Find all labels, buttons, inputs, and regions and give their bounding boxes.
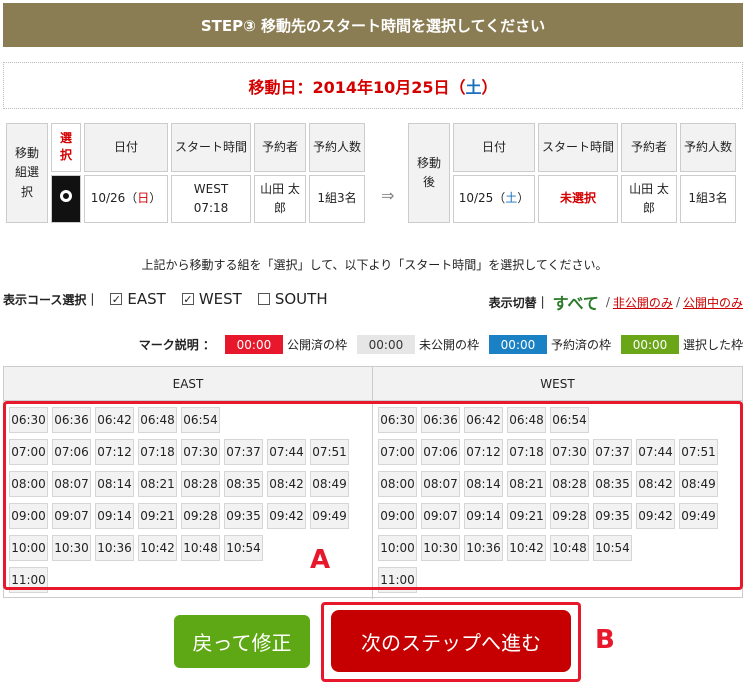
- view-switch-label: 表示切替｜: [488, 295, 549, 310]
- legend-swatch-public: 00:00: [224, 335, 283, 354]
- before-date-header: 日付: [84, 123, 168, 172]
- move-arrow-icon: ⇒: [381, 186, 395, 205]
- after-reserver-header: 予約者: [621, 123, 677, 172]
- before-start-cell: WEST 07:18: [171, 174, 251, 223]
- after-move-label: 移動後: [408, 123, 450, 223]
- checkbox-unchecked-icon: [257, 293, 270, 305]
- view-separator: /: [605, 295, 610, 309]
- after-reserver-cell: 山田 太郎: [621, 174, 677, 223]
- before-count-header: 予約人数: [309, 123, 365, 172]
- course-header-east: EAST: [4, 367, 372, 401]
- before-reserver-header: 予約者: [254, 123, 306, 172]
- after-count-header: 予約人数: [680, 123, 736, 172]
- after-start-cell: 未選択: [538, 174, 618, 223]
- group-select-radio[interactable]: [51, 174, 81, 223]
- view-private-only-link[interactable]: 非公開のみ: [613, 294, 673, 311]
- annotation-label-a: A: [310, 545, 331, 575]
- before-count-cell: 1組3名: [309, 174, 365, 223]
- next-step-button[interactable]: 次のステップへ進む: [331, 610, 571, 672]
- course-filter: 表示コース選択｜ ✓ EAST ✓ WEST SOUTH: [3, 290, 328, 308]
- radio-selected-icon: [60, 190, 72, 203]
- after-date-cell: 10/25（土）: [453, 174, 535, 223]
- view-public-only-link[interactable]: 公開中のみ: [683, 294, 743, 311]
- before-move-table: 移動組選択 選択 日付 スタート時間 予約者 予約人数 10/26（日） WES…: [3, 120, 368, 226]
- mark-legend: マーク説明 ： 00:00 公開済の枠 00:00 未公開の枠 00:00 予約済の枠…: [139, 335, 743, 354]
- after-count-cell: 1組3名: [680, 174, 736, 223]
- after-date-header: 日付: [453, 123, 535, 172]
- legend-text-public: 公開済の枠: [286, 338, 347, 352]
- legend-swatch-private: 00:00: [356, 335, 415, 354]
- legend-label: マーク説明 ：: [138, 338, 215, 352]
- move-date-weekday: 土: [465, 77, 482, 97]
- before-reserver-cell: 山田 太郎: [254, 174, 306, 223]
- checkbox-checked-icon: ✓: [110, 292, 123, 306]
- instruction-text: 上記から移動する組を「選択」して、以下より「スタート時間」を選択してください。: [141, 258, 608, 272]
- checkbox-checked-icon: ✓: [181, 292, 194, 306]
- before-date-cell: 10/26（日）: [84, 174, 168, 223]
- before-start-header: スタート時間: [171, 123, 251, 172]
- annotation-label-b: B: [595, 625, 615, 655]
- step-title: STEP③ 移動先のスタート時間を選択してください: [200, 16, 546, 35]
- move-date-prefix: 移動日：2014年10月25日（: [248, 77, 466, 97]
- back-edit-button[interactable]: 戻って修正: [174, 615, 310, 668]
- view-all-link[interactable]: すべて: [553, 290, 599, 314]
- course-checkbox-east[interactable]: ✓ EAST: [110, 290, 166, 308]
- view-switch: 表示切替｜ すべて / 非公開のみ / 公開中のみ: [489, 290, 743, 314]
- legend-text-private: 未公開の枠: [418, 338, 479, 352]
- after-start-header: スタート時間: [538, 123, 618, 172]
- move-date-suffix: ）: [481, 77, 498, 97]
- course-filter-label: 表示コース選択｜: [3, 292, 99, 307]
- course-header-west: WEST: [373, 367, 742, 401]
- move-group-select-label: 移動組選択: [6, 123, 48, 223]
- step-header: STEP③ 移動先のスタート時間を選択してください: [3, 3, 743, 47]
- after-move-table: 移動後 日付 スタート時間 予約者 予約人数 10/25（土） 未選択 山田 太…: [405, 120, 739, 226]
- legend-text-selected: 選択した枠: [682, 338, 743, 352]
- legend-text-reserved: 予約済の枠: [550, 338, 611, 352]
- annotation-box-a: [3, 401, 743, 590]
- move-date-box: 移動日：2014年10月25日（土）: [3, 62, 743, 109]
- course-checkbox-south[interactable]: SOUTH: [257, 290, 328, 308]
- legend-swatch-selected: 00:00: [620, 335, 679, 354]
- view-separator: /: [675, 295, 680, 309]
- select-column-header: 選択: [51, 123, 81, 172]
- legend-swatch-reserved: 00:00: [488, 335, 547, 354]
- course-checkbox-west[interactable]: ✓ WEST: [181, 290, 242, 308]
